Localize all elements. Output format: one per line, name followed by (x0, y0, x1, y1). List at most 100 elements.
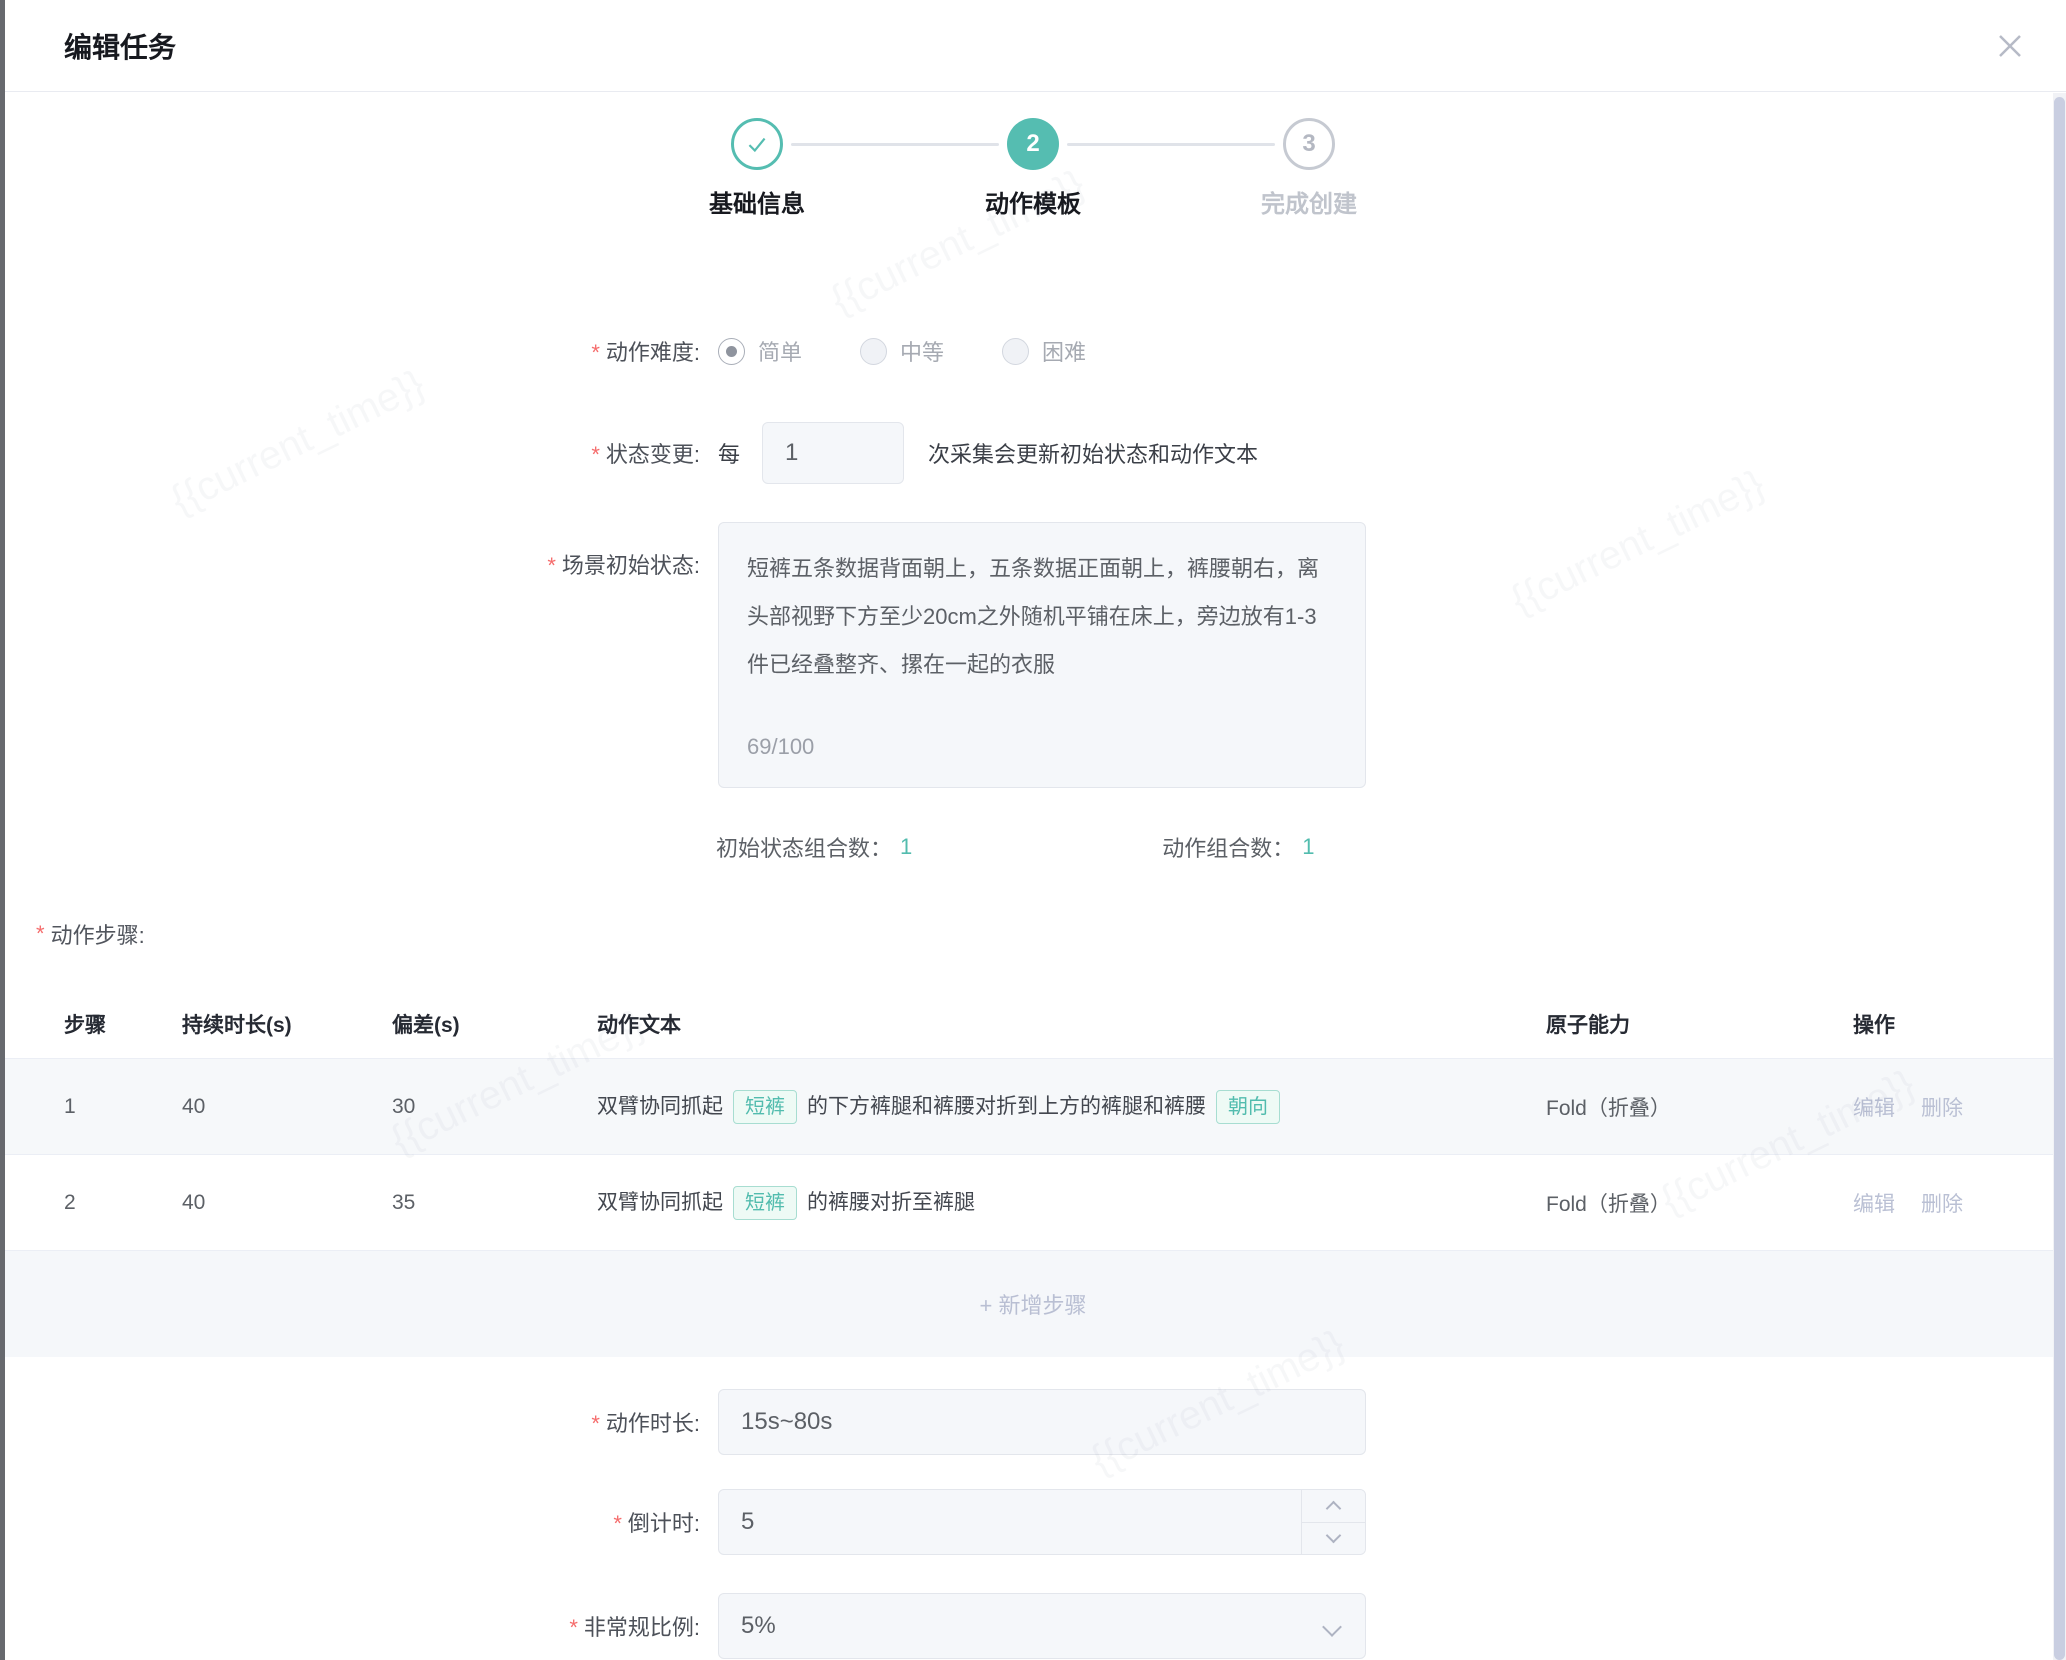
state-change-content: 每 1 次采集会更新初始状态和动作文本 (718, 422, 1258, 484)
cell-action-text: 双臂协同抓起短裤的裤腰对折至裤腿 (597, 1186, 1546, 1220)
duration-input[interactable]: 15s~80s (718, 1389, 1366, 1455)
delete-link[interactable]: 删除 (1921, 1188, 1963, 1218)
spinner-down-button[interactable] (1302, 1523, 1365, 1555)
scrollbar-track[interactable] (2053, 93, 2066, 1660)
unusual-ratio-label-text: 非常规比例: (584, 1615, 700, 1640)
add-step-button[interactable]: + 新增步骤 (0, 1251, 2066, 1357)
step-label: 基础信息 (709, 190, 805, 220)
state-change-suffix: 次采集会更新初始状态和动作文本 (928, 437, 1258, 469)
cell-deviation: 30 (392, 1095, 597, 1119)
step-pending-circle: 3 (1283, 118, 1335, 170)
radio-dot (726, 346, 737, 357)
radio-hard-label: 困难 (1042, 335, 1086, 367)
action-text-part: 的裤腰对折至裤腿 (807, 1191, 975, 1214)
step-label: 动作模板 (985, 190, 1081, 220)
step-connector (791, 143, 999, 146)
countdown-input[interactable]: 5 (718, 1489, 1366, 1555)
edit-link[interactable]: 编辑 (1853, 1092, 1895, 1122)
required-marker: * (547, 553, 556, 578)
action-combo-label: 动作组合数： (1162, 831, 1294, 863)
unusual-ratio-label: *非常规比例: (0, 1610, 700, 1642)
radio-unchecked-icon (860, 338, 887, 365)
radio-medium[interactable]: 中等 (860, 335, 944, 367)
duration-label: *动作时长: (0, 1406, 700, 1438)
initial-state-label: *场景初始状态: (0, 522, 700, 580)
cell-duration: 40 (182, 1191, 392, 1215)
dialog-body: 基础信息 2 动作模板 3 完成创建 *动作难度: 简单 中等 (0, 118, 2066, 1659)
difficulty-label: *动作难度: (0, 335, 700, 367)
header-ops: 操作 (1853, 1009, 2066, 1039)
step-connector (1067, 143, 1275, 146)
chevron-up-icon (1326, 1500, 1342, 1516)
edit-link[interactable]: 编辑 (1853, 1188, 1895, 1218)
initial-state-textarea[interactable]: 短裤五条数据背面朝上，五条数据正面朝上，裤腰朝右，离头部视野下方至少20cm之外… (718, 522, 1366, 788)
initial-combo-value: 1 (900, 834, 912, 860)
unusual-ratio-row: *非常规比例: 5% (0, 1593, 2066, 1659)
radio-hard[interactable]: 困难 (1002, 335, 1086, 367)
dialog-header: 编辑任务 (0, 0, 2066, 92)
required-marker: * (36, 921, 45, 947)
countdown-row: *倒计时: 5 (0, 1489, 2066, 1555)
unusual-ratio-select[interactable]: 5% (718, 1593, 1366, 1659)
window-edge (0, 0, 5, 1660)
unusual-ratio-content: 5% (718, 1593, 1366, 1659)
scrollbar-thumb[interactable] (2054, 97, 2065, 1660)
action-steps-table: 步骤 持续时长(s) 偏差(s) 动作文本 原子能力 操作 1 40 30 双臂… (0, 989, 2066, 1357)
cell-step: 1 (64, 1095, 182, 1119)
required-marker: * (613, 1511, 622, 1536)
initial-combo-label: 初始状态组合数： (716, 831, 892, 863)
header-deviation: 偏差(s) (392, 1009, 597, 1039)
countdown-value: 5 (741, 1508, 754, 1536)
step-action-template: 2 动作模板 (895, 118, 1171, 220)
initial-state-row: *场景初始状态: 短裤五条数据背面朝上，五条数据正面朝上，裤腰朝右，离头部视野下… (0, 522, 2066, 788)
state-change-input[interactable]: 1 (762, 422, 904, 484)
difficulty-row: *动作难度: 简单 中等 困难 (0, 334, 2066, 368)
required-marker: * (591, 442, 600, 467)
initial-state-content: 短裤五条数据背面朝上，五条数据正面朝上，裤腰朝右，离头部视野下方至少20cm之外… (718, 522, 1366, 788)
required-marker: * (591, 340, 600, 365)
object-tag: 短裤 (733, 1186, 797, 1220)
cell-deviation: 35 (392, 1191, 597, 1215)
state-change-label-text: 状态变更: (606, 442, 700, 467)
required-marker: * (591, 1411, 600, 1436)
header-action-text: 动作文本 (597, 1009, 1546, 1039)
step-done-circle (731, 118, 783, 170)
countdown-label-text: 倒计时: (628, 1511, 700, 1536)
radio-unchecked-icon (1002, 338, 1029, 365)
header-ability: 原子能力 (1546, 1009, 1853, 1039)
orientation-tag: 朝向 (1216, 1090, 1280, 1124)
dialog-title: 编辑任务 (64, 26, 176, 66)
radio-easy[interactable]: 简单 (718, 335, 802, 367)
state-change-label: *状态变更: (0, 437, 700, 469)
number-spinner (1301, 1490, 1365, 1554)
close-button[interactable] (1990, 26, 2030, 66)
unusual-ratio-value: 5% (741, 1612, 776, 1640)
table-row: 2 40 35 双臂协同抓起短裤的裤腰对折至裤腿 Fold（折叠） 编辑 删除 (0, 1155, 2066, 1251)
edit-task-dialog: 编辑任务 基础信息 2 动作模板 (0, 0, 2066, 1660)
header-duration: 持续时长(s) (182, 1009, 392, 1039)
action-steps-label-text: 动作步骤: (51, 918, 145, 950)
spinner-up-button[interactable] (1302, 1490, 1365, 1523)
state-change-row: *状态变更: 每 1 次采集会更新初始状态和动作文本 (0, 422, 2066, 484)
radio-checked-icon (718, 338, 745, 365)
step-basic-info: 基础信息 (619, 118, 895, 220)
cell-duration: 40 (182, 1095, 392, 1119)
action-text-part: 双臂协同抓起 (597, 1095, 723, 1118)
delete-link[interactable]: 删除 (1921, 1092, 1963, 1122)
chevron-down-icon (1326, 1528, 1342, 1544)
radio-easy-label: 简单 (758, 335, 802, 367)
duration-row: *动作时长: 15s~80s (0, 1389, 2066, 1455)
step-complete: 3 完成创建 (1171, 118, 1447, 220)
required-marker: * (569, 1615, 578, 1640)
cell-ability: Fold（折叠） (1546, 1188, 1853, 1218)
table-header-row: 步骤 持续时长(s) 偏差(s) 动作文本 原子能力 操作 (0, 989, 2066, 1059)
object-tag: 短裤 (733, 1090, 797, 1124)
cell-ops: 编辑 删除 (1853, 1092, 2066, 1122)
action-combo-value: 1 (1302, 834, 1314, 860)
action-text-part: 双臂协同抓起 (597, 1191, 723, 1214)
duration-content: 15s~80s (718, 1389, 1366, 1455)
action-steps-section-label: * 动作步骤: (36, 919, 2066, 949)
action-text-part: 的下方裤腿和裤腰对折到上方的裤腿和裤腰 (807, 1095, 1206, 1118)
radio-medium-label: 中等 (900, 335, 944, 367)
cell-action-text: 双臂协同抓起短裤的下方裤腿和裤腰对折到上方的裤腿和裤腰朝向 (597, 1090, 1546, 1124)
